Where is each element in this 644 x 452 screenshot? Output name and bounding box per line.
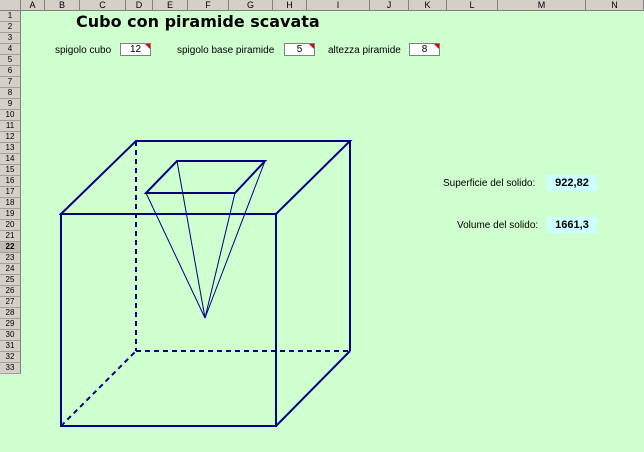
cube-bottom-right-edge [275,350,351,427]
pyramid-edge [176,160,206,319]
spreadsheet-grid[interactable]: ABCDEFGHIJKLMN 1 2 3 4 5 6 7 8 9 10 11 12 13 14 15 16 17… [0,0,644,452]
pyramid-edge [145,192,206,319]
pyramid-edge [204,160,266,319]
cube-top-face [58,140,353,215]
pyramid-edge [204,192,236,319]
cube-pyramid-drawing [58,140,353,427]
cube-hidden-depth-edge [60,350,137,427]
pyramid-base-opening [143,160,268,194]
